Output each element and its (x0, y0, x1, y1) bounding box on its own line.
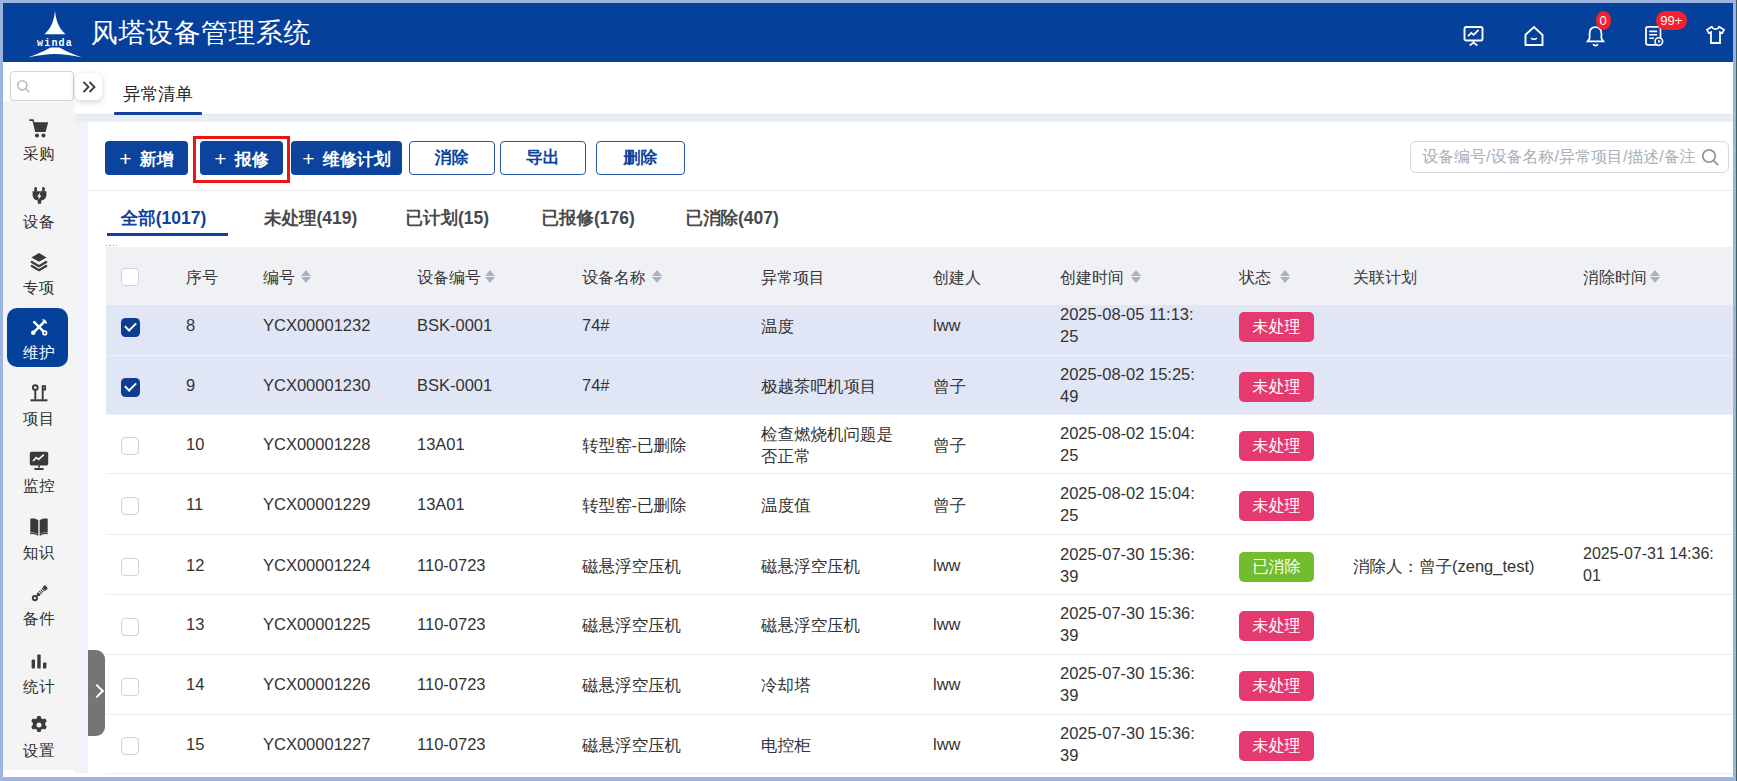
svg-text:winda: winda (37, 38, 73, 49)
